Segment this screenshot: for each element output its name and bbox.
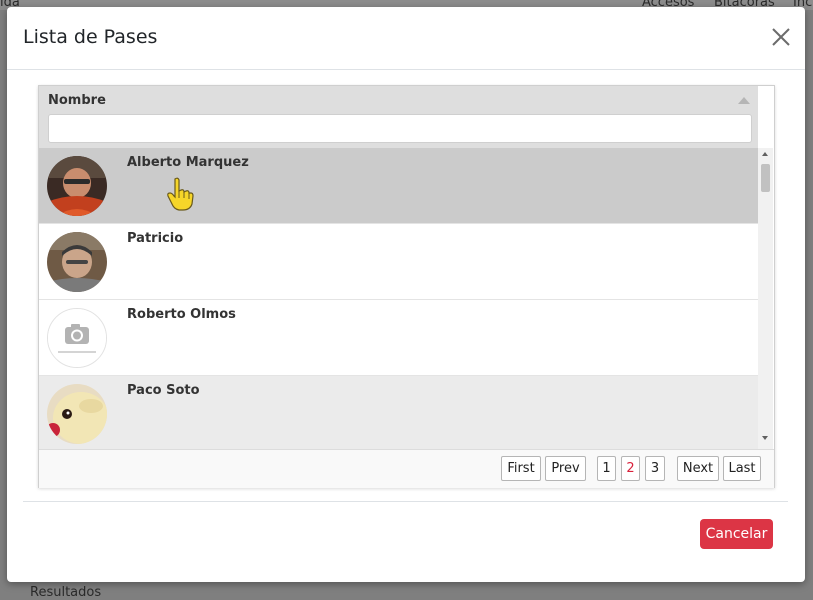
pager-page-2-button[interactable]: 2 (621, 456, 640, 481)
footer-divider (23, 501, 788, 502)
avatar (47, 384, 107, 444)
pager-next-button[interactable]: Next (677, 456, 719, 481)
row-name: Paco Soto (127, 383, 200, 398)
row-name: Patricio (127, 231, 184, 246)
scrollbar-thumb[interactable] (761, 164, 770, 192)
pager-page-3-button[interactable]: 3 (645, 456, 665, 481)
column-header-nombre[interactable]: Nombre (48, 93, 106, 108)
pager-prev-button[interactable]: Prev (545, 456, 586, 481)
pager-page-1-button[interactable]: 1 (597, 456, 616, 481)
avatar (47, 156, 107, 216)
close-button[interactable] (770, 26, 792, 48)
background-bottom-text: Resultados (30, 585, 102, 600)
table-row-alberto-marquez[interactable]: Alberto Marquez (39, 148, 758, 224)
close-icon (772, 28, 790, 46)
pases-grid: Nombre Alberto Marquez Patricio Roberto … (38, 85, 775, 488)
pager-last-button[interactable]: Last (723, 456, 761, 481)
table-row-roberto-olmos[interactable]: Roberto Olmos (39, 300, 758, 376)
person-photo-icon (47, 156, 107, 216)
grid-rows: Alberto Marquez Patricio Roberto Olmos P… (39, 148, 758, 449)
row-name: Alberto Marquez (127, 155, 249, 170)
cancel-button[interactable]: Cancelar (700, 519, 773, 549)
nombre-filter-input[interactable] (48, 114, 752, 143)
person-photo-icon (47, 232, 107, 292)
grid-header: Nombre (39, 86, 758, 148)
table-row-patricio[interactable]: Patricio (39, 224, 758, 300)
scroll-up-arrow-icon[interactable] (762, 152, 768, 156)
hand-pointer-cursor-icon (167, 177, 194, 211)
pases-modal: Lista de Pases Nombre Alberto Marquez Pa… (7, 7, 805, 582)
pager-first-button[interactable]: First (501, 456, 541, 481)
avatar (47, 232, 107, 292)
grid-pager: First Prev 1 2 3 Next Last (39, 449, 774, 488)
camera-placeholder-icon (48, 309, 106, 367)
toy-photo-icon (47, 384, 107, 444)
row-name: Roberto Olmos (127, 307, 236, 322)
avatar (47, 308, 107, 368)
modal-title: Lista de Pases (23, 26, 158, 48)
scroll-down-arrow-icon[interactable] (762, 436, 768, 440)
table-row-paco-soto[interactable]: Paco Soto (39, 376, 758, 449)
sort-ascending-icon[interactable] (738, 97, 750, 104)
modal-header: Lista de Pases (7, 7, 805, 70)
grid-scrollbar[interactable] (758, 148, 773, 449)
